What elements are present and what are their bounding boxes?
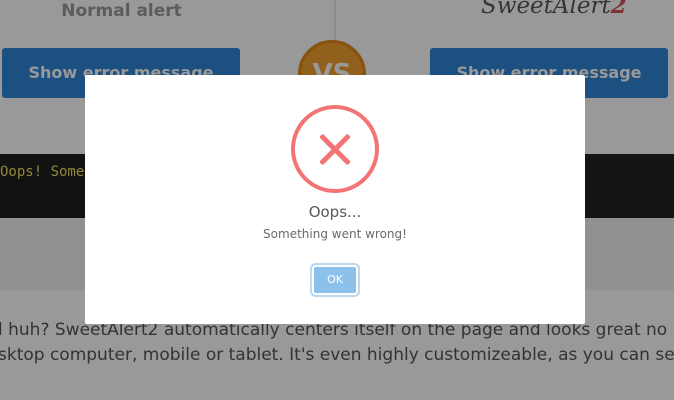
modal-title: Oops...	[308, 203, 362, 221]
error-x-icon	[291, 105, 379, 193]
modal-message: Something went wrong!	[263, 227, 407, 241]
page: Normal alert Show error message SweetAle…	[0, 0, 674, 400]
ok-button[interactable]: OK	[314, 267, 356, 293]
error-modal: Oops... Something went wrong! OK	[85, 75, 585, 324]
